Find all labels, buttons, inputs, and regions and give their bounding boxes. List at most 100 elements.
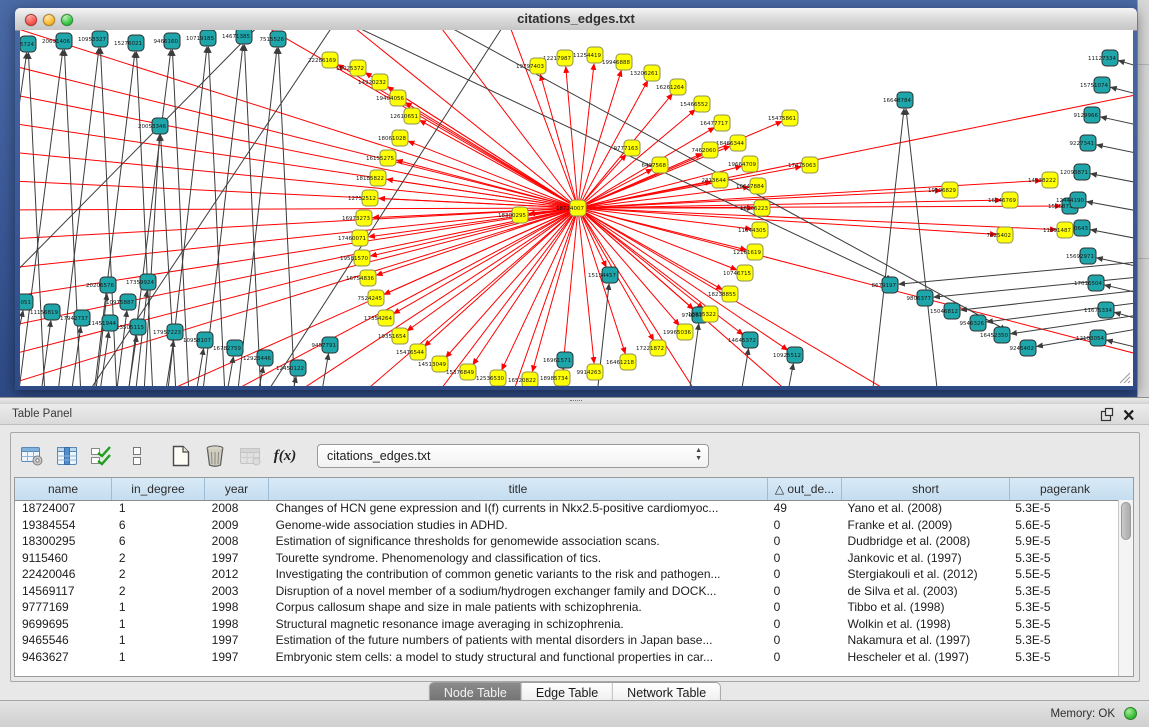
svg-text:22286169: 22286169 — [308, 58, 336, 64]
panel-split-divider[interactable] — [0, 397, 1149, 404]
svg-text:12161619: 12161619 — [733, 250, 761, 256]
svg-text:16815322: 16815322 — [688, 312, 716, 318]
table-cell: Hescheler et al. (1997) — [841, 649, 1009, 666]
svg-text:10925512: 10925512 — [773, 353, 801, 359]
table-row[interactable]: 1830029562008Estimation of significance … — [15, 533, 1118, 550]
table-body[interactable]: 1872400712008Changes of HCN gene express… — [15, 500, 1118, 676]
table-cell: Genome-wide association studies in ADHD. — [269, 517, 767, 534]
svg-text:17221872: 17221872 — [636, 346, 664, 352]
svg-text:14671385: 14671385 — [222, 34, 250, 40]
network-canvas[interactable]: 1872400714055724206914061095332715276021… — [20, 30, 1133, 386]
svg-text:12217987: 12217987 — [543, 56, 571, 62]
close-panel-icon[interactable] — [1121, 407, 1137, 423]
table-cell: Tibbo et al. (1998) — [841, 599, 1009, 616]
svg-text:12093871: 12093871 — [1060, 170, 1088, 176]
table-cell: 5.3E-5 — [1008, 649, 1118, 666]
svg-text:16261264: 16261264 — [656, 85, 684, 91]
table-cell: 5.3E-5 — [1008, 616, 1118, 633]
table-cell: 2009 — [205, 517, 269, 534]
table-cell: Franke et al. (2009) — [841, 517, 1009, 534]
svg-text:9457791: 9457791 — [312, 343, 337, 349]
svg-text:18185822: 18185822 — [356, 176, 384, 182]
scrollbar-thumb[interactable] — [1121, 502, 1131, 540]
table-cell: 0 — [767, 533, 841, 550]
svg-text:7462060: 7462060 — [692, 148, 717, 154]
svg-text:12923446: 12923446 — [243, 356, 271, 362]
table-settings-icon[interactable] — [17, 442, 47, 470]
new-column-icon[interactable] — [165, 442, 195, 470]
table-cell: 19384554 — [15, 517, 112, 534]
table-cell: 1 — [112, 599, 205, 616]
table-cell: Yano et al. (2008) — [841, 500, 1009, 517]
svg-text:16754836: 16754836 — [346, 276, 374, 282]
table-cell: 0 — [767, 599, 841, 616]
svg-text:16520822: 16520822 — [508, 378, 536, 384]
svg-text:16961571: 16961571 — [543, 358, 571, 364]
table-row[interactable]: 2242004622012Investigating the contribut… — [15, 566, 1118, 583]
table-row[interactable]: 977716911998Corpus callosum shape and si… — [15, 599, 1118, 616]
collapsed-side-panel-edge[interactable] — [1137, 0, 1149, 397]
svg-text:9914263: 9914263 — [577, 370, 602, 376]
table-row[interactable]: 911546021997Tourette syndrome. Phenomeno… — [15, 550, 1118, 567]
svg-text:7515526: 7515526 — [260, 37, 285, 43]
table-row[interactable]: 946554611997Estimation of the future num… — [15, 632, 1118, 649]
delete-column-icon[interactable] — [200, 442, 230, 470]
table-cell: 1 — [112, 500, 205, 517]
svg-text:19965036: 19965036 — [663, 330, 691, 336]
table-vertical-scrollbar[interactable] — [1118, 500, 1133, 676]
table-cell: Estimation of significance thresholds fo… — [269, 533, 767, 550]
svg-text:16477717: 16477717 — [700, 121, 728, 127]
column-header-year[interactable]: year — [205, 478, 269, 500]
svg-text:9313051: 9313051 — [20, 300, 31, 306]
svg-text:10647884: 10647884 — [736, 184, 764, 190]
network-window[interactable]: citations_edges.txt 18724007140557242069… — [15, 8, 1137, 390]
svg-text:17460071: 17460071 — [338, 236, 366, 242]
svg-text:15134457: 15134457 — [588, 273, 616, 279]
table-header-row[interactable]: namein_degreeyeartitle△ out_de...shortpa… — [15, 478, 1133, 501]
memory-ok-indicator-icon — [1124, 707, 1137, 720]
function-builder-icon[interactable]: f(x) — [270, 442, 300, 470]
float-panel-icon[interactable] — [1099, 407, 1115, 423]
table-row[interactable]: 1938455462009Genome-wide association stu… — [15, 517, 1118, 534]
table-cell: 5.9E-5 — [1008, 533, 1118, 550]
table-cell: 18300295 — [15, 533, 112, 550]
table-cell: Jankovic et al. (1997) — [841, 550, 1009, 567]
svg-text:11544305: 11544305 — [738, 228, 766, 234]
table-cell: 1 — [112, 649, 205, 666]
table-cell: de Silva et al. (2003) — [841, 583, 1009, 600]
table-panel-body: f(x) citations_edges.txt ▲▼ namein_degre… — [0, 425, 1149, 700]
table-row[interactable]: 1456911722003Disruption of a novel membe… — [15, 583, 1118, 600]
select-all-rows-icon[interactable] — [87, 442, 117, 470]
svg-text:10746715: 10746715 — [723, 271, 751, 277]
table-cell: 1998 — [205, 616, 269, 633]
table-row[interactable]: 1872400712008Changes of HCN gene express… — [15, 500, 1118, 517]
dropdown-arrows-icon: ▲▼ — [695, 447, 702, 463]
node-table[interactable]: namein_degreeyeartitle△ out_de...shortpa… — [14, 477, 1134, 677]
table-select-dropdown[interactable]: citations_edges.txt ▲▼ — [317, 444, 709, 468]
svg-text:16906223: 16906223 — [740, 206, 768, 212]
svg-text:11156819: 11156819 — [30, 310, 58, 316]
column-header-out_de[interactable]: △ out_de... — [768, 478, 842, 500]
show-columns-icon[interactable] — [52, 442, 82, 470]
window-resize-grip[interactable] — [1117, 370, 1131, 384]
table-panel-title: Table Panel — [12, 408, 72, 420]
svg-text:19797403: 19797403 — [516, 64, 544, 70]
column-header-pagerank[interactable]: pagerank — [1010, 478, 1120, 500]
unselect-rows-icon[interactable] — [122, 442, 152, 470]
table-row[interactable]: 969969511998Structural magnetic resonanc… — [15, 616, 1118, 633]
table-cell: Corpus callosum shape and size in male p… — [269, 599, 767, 616]
table-cell: 1998 — [205, 599, 269, 616]
svg-text:9806377: 9806377 — [907, 296, 932, 302]
table-cell: 0 — [767, 566, 841, 583]
svg-text:18300295: 18300295 — [498, 213, 526, 219]
citation-network-graph[interactable]: 1872400714055724206914061095332715276021… — [20, 30, 1133, 386]
column-header-name[interactable]: name — [15, 478, 112, 500]
svg-text:9777163: 9777163 — [614, 146, 639, 152]
table-row[interactable]: 946362711997Embryonic stem cells: a mode… — [15, 649, 1118, 666]
column-header-short[interactable]: short — [842, 478, 1010, 500]
column-header-title[interactable]: title — [269, 478, 768, 500]
svg-text:14938222: 14938222 — [1028, 178, 1056, 184]
table-cell: 5.3E-5 — [1008, 500, 1118, 517]
column-header-in_degree[interactable]: in_degree — [112, 478, 205, 500]
network-window-titlebar[interactable]: citations_edges.txt — [15, 8, 1137, 31]
